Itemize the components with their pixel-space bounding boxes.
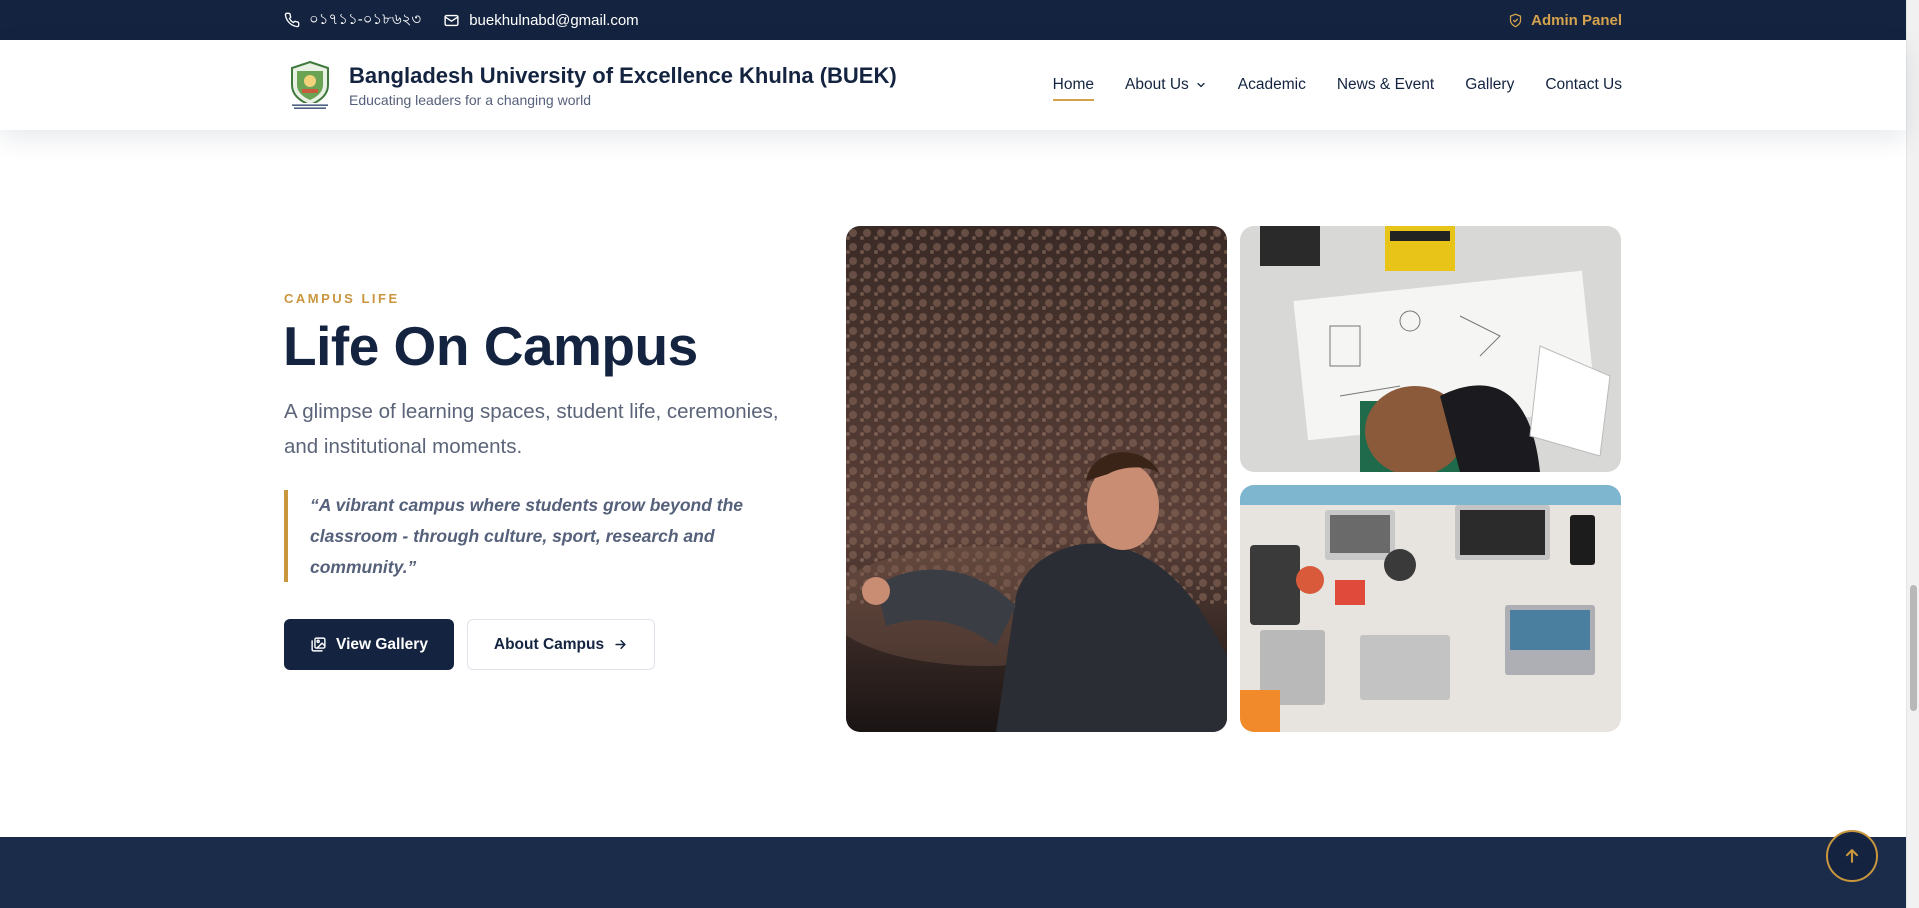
nav-news-event-label: News & Event — [1336, 76, 1435, 93]
arrow-up-icon — [1845, 849, 1859, 863]
site-tagline: Educating leaders for a changing world — [349, 91, 592, 108]
photo-lecture-audience[interactable] — [846, 226, 1227, 732]
nav-academic[interactable]: Academic — [1238, 63, 1306, 107]
phone-icon — [284, 12, 300, 28]
site-title: Bangladesh University of Excellence Khul… — [349, 62, 897, 88]
nav-home-label: Home — [1052, 76, 1095, 93]
back-to-top-button[interactable] — [1826, 830, 1878, 882]
nav-about-us-label: About Us — [1125, 76, 1189, 93]
page-scrollbar[interactable] — [1906, 0, 1919, 908]
contact-email[interactable]: buekhulnabd@gmail.com — [443, 12, 639, 29]
nav-news-event[interactable]: News & Event — [1337, 63, 1434, 107]
photo-team-laptops[interactable] — [1240, 485, 1621, 732]
arrow-right-icon — [615, 639, 626, 650]
nav-contact-us-label: Contact Us — [1545, 76, 1622, 93]
chevron-down-icon — [1197, 82, 1205, 88]
view-gallery-label: View Gallery — [336, 635, 428, 653]
about-campus-label: About Campus — [493, 635, 605, 653]
nav-academic-label: Academic — [1237, 76, 1306, 93]
nav-contact-us[interactable]: Contact Us — [1545, 63, 1622, 107]
nav-home[interactable]: Home — [1052, 63, 1095, 107]
university-logo[interactable] — [284, 59, 336, 111]
nav-gallery-label: Gallery — [1465, 76, 1515, 93]
top-bar: ০১৭১১-০১৮৬২৩ buekhulnabd@gmail.com Admin… — [0, 0, 1906, 40]
view-gallery-button[interactable]: View Gallery — [284, 619, 454, 670]
email-address: buekhulnabd@gmail.com — [469, 11, 639, 29]
scrollbar-thumb[interactable] — [1910, 585, 1917, 711]
main-nav: Home About Us Academic News & Event Gall… — [1022, 63, 1622, 107]
admin-panel-label: Admin Panel — [1531, 11, 1622, 29]
gallery-icon — [311, 637, 326, 652]
phone-number: ০১৭১১-০১৮৬২৩ — [309, 10, 422, 28]
shield-icon — [1510, 13, 1522, 27]
photo-design-work[interactable] — [1240, 226, 1621, 472]
nav-about-us[interactable]: About Us — [1125, 63, 1207, 107]
admin-panel-link[interactable]: Admin Panel — [1508, 12, 1622, 29]
site-header: Bangladesh University of Excellence Khul… — [0, 40, 1906, 130]
brand[interactable]: Bangladesh University of Excellence Khul… — [349, 63, 897, 108]
footer-band — [0, 837, 1906, 908]
section-title: Life On Campus — [283, 315, 698, 377]
nav-gallery[interactable]: Gallery — [1465, 63, 1514, 107]
section-eyebrow: CAMPUS LIFE — [284, 291, 400, 306]
contact-phone[interactable]: ০১৭১১-০১৮৬২৩ — [284, 8, 421, 33]
about-campus-button[interactable]: About Campus — [467, 619, 655, 670]
mail-icon — [444, 14, 459, 26]
section-description: A glimpse of learning spaces, student li… — [284, 400, 779, 458]
campus-quote: “A vibrant campus where students grow be… — [284, 490, 764, 582]
